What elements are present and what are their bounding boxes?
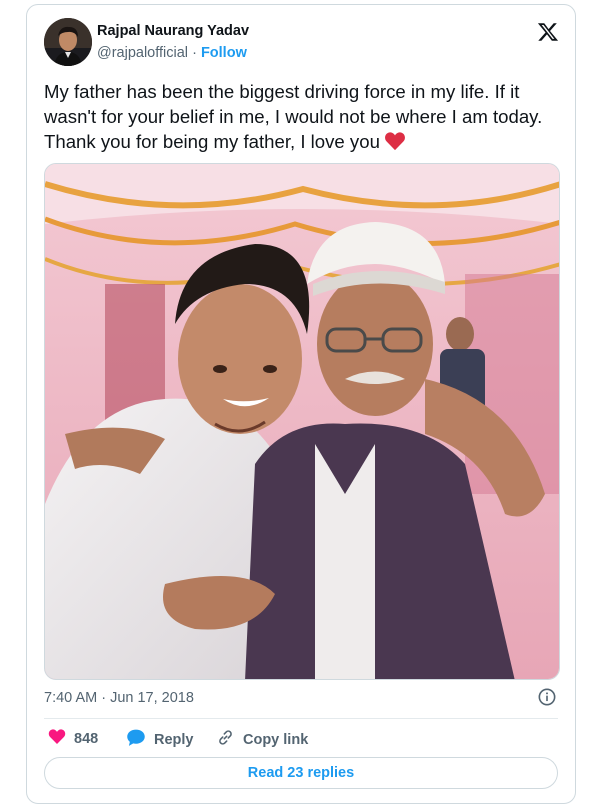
author-name[interactable]: Rajpal Naurang Yadav (97, 23, 249, 39)
reply-button[interactable]: Reply (126, 728, 194, 751)
x-logo-icon[interactable] (537, 21, 559, 43)
tweet-timestamp[interactable]: 7:40 AM · Jun 17, 2018 (44, 690, 194, 706)
handle-separator: · (192, 45, 197, 61)
tweet-photo[interactable] (44, 163, 560, 680)
divider (44, 718, 558, 719)
read-replies-button[interactable]: Read 23 replies (44, 757, 558, 789)
tweet-card: Rajpal Naurang Yadav @rajpalofficial · F… (26, 4, 576, 804)
author-handle[interactable]: @rajpalofficial (97, 45, 188, 61)
tweet-text: My father has been the biggest driving f… (44, 79, 554, 157)
tweet-body: My father has been the biggest driving f… (44, 81, 543, 152)
follow-button[interactable]: Follow (201, 45, 247, 61)
link-icon (216, 728, 235, 751)
info-icon[interactable] (538, 688, 556, 706)
reply-label: Reply (154, 731, 194, 748)
heart-icon (48, 728, 66, 749)
avatar[interactable] (44, 18, 92, 66)
like-button[interactable]: 848 (48, 728, 98, 749)
heart-emoji-icon (384, 131, 406, 157)
copy-link-button[interactable]: Copy link (216, 728, 308, 751)
copy-link-label: Copy link (243, 731, 309, 748)
reply-bubble-icon (126, 728, 146, 751)
like-count: 848 (74, 730, 99, 747)
author-handle-row: @rajpalofficial · Follow (97, 45, 247, 61)
